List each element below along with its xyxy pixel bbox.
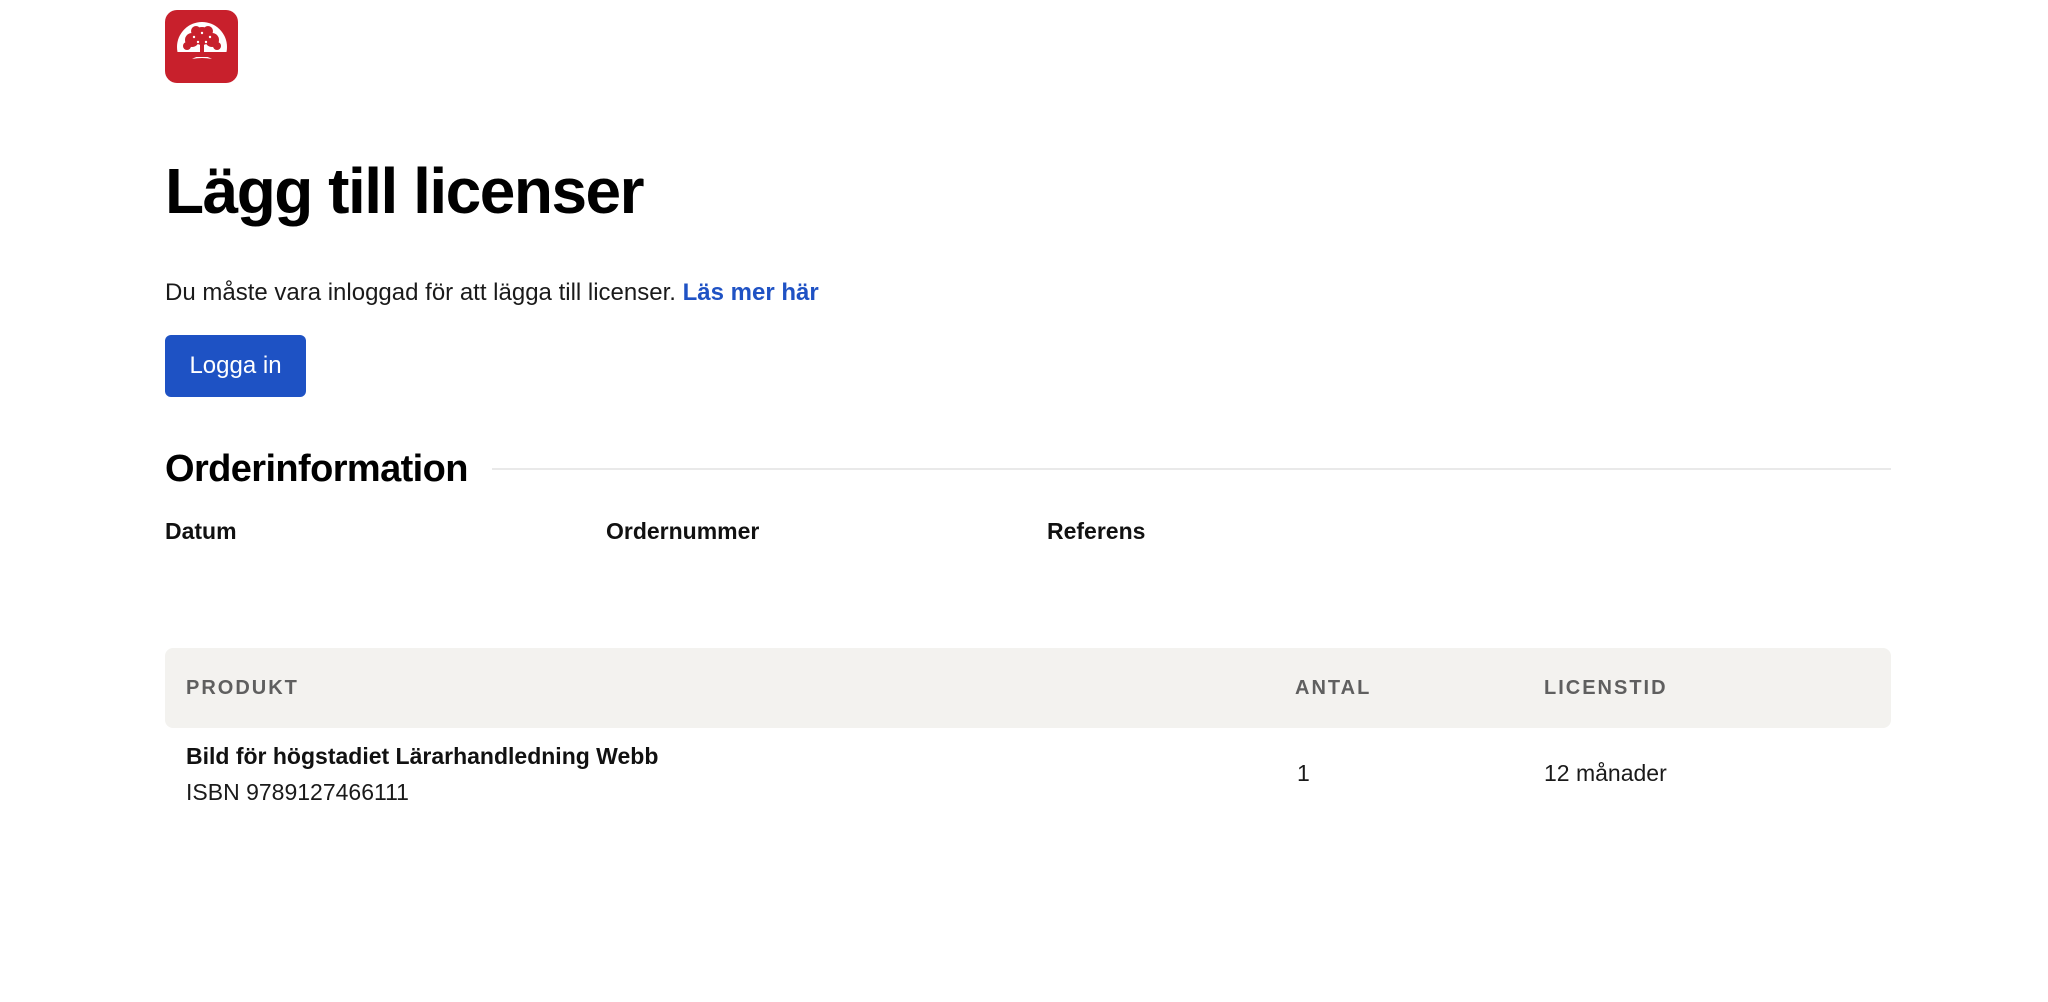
order-meta: Datum Ordernummer Referens: [165, 518, 1891, 550]
column-header-product: PRODUKT: [186, 677, 299, 699]
login-notice: Du måste vara inloggad för att lägga til…: [165, 278, 819, 308]
page-title: Lägg till licenser: [165, 155, 645, 227]
order-info-header: Orderinformation: [165, 441, 1891, 497]
order-number-label: Ordernummer: [606, 518, 760, 544]
column-header-quantity: ANTAL: [1295, 677, 1372, 699]
product-name: Bild för högstadiet Lärarhandledning Web…: [186, 743, 659, 769]
read-more-link[interactable]: Läs mer här: [683, 279, 819, 306]
brand-logo[interactable]: [165, 10, 238, 83]
reference-label: Referens: [1047, 518, 1146, 544]
product-license-period: 12 månader: [1544, 760, 1667, 786]
tree-logo-icon: [176, 21, 227, 75]
table-header: PRODUKT ANTAL LICENSTID: [165, 648, 1891, 728]
section-divider: [491, 468, 1891, 470]
column-header-license-period: LICENSTID: [1544, 677, 1668, 699]
product-isbn: ISBN 9789127466111: [186, 779, 409, 805]
product-quantity: 1: [1297, 760, 1310, 786]
product-table: PRODUKT ANTAL LICENSTID Bild för högstad…: [165, 648, 1891, 828]
login-notice-text: Du måste vara inloggad för att lägga til…: [165, 279, 676, 306]
date-label: Datum: [165, 518, 237, 544]
login-button[interactable]: Logga in: [165, 335, 306, 397]
section-title: Orderinformation: [165, 447, 468, 490]
